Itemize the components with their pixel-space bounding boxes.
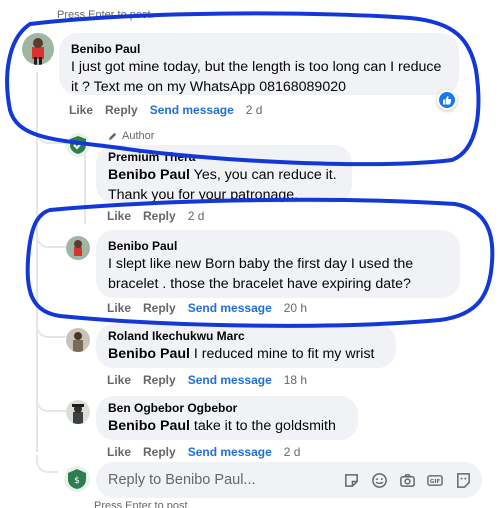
thread-line-end	[36, 455, 58, 473]
thread-line-nested	[84, 150, 86, 224]
send-message-button[interactable]: Send message	[150, 103, 234, 117]
reaction-badge[interactable]	[437, 90, 457, 110]
comment-bubble: Premium Thera Benibo Paul Yes, you can r…	[96, 145, 352, 203]
comment-text: I just got mine today, but the length is…	[71, 59, 442, 95]
press-enter-hint-bottom: Press Enter to post.	[94, 500, 191, 508]
send-message-button[interactable]: Send message	[188, 301, 272, 315]
gif-icon[interactable]: GIF	[426, 471, 444, 489]
mention-link[interactable]: Benibo Paul	[108, 346, 190, 362]
camera-icon[interactable]	[398, 471, 416, 489]
comment-text: I slept like new Born baby the first day…	[108, 256, 414, 292]
like-button[interactable]: Like	[107, 209, 131, 223]
avatar[interactable]	[66, 236, 90, 260]
comment-actions: Like Reply Send message 2 d	[107, 445, 300, 459]
reply-button[interactable]: Reply	[143, 301, 176, 315]
comment-author[interactable]: Premium Thera	[108, 149, 340, 165]
thread-branch	[36, 390, 66, 412]
send-message-button[interactable]: Send message	[188, 445, 272, 459]
comment-author[interactable]: Benibo Paul	[108, 238, 448, 254]
reply-button[interactable]: Reply	[143, 373, 176, 387]
like-reaction-icon	[439, 92, 455, 108]
like-button[interactable]: Like	[107, 445, 131, 459]
avatar[interactable]	[22, 33, 54, 65]
like-button[interactable]: Like	[107, 373, 131, 387]
timestamp[interactable]: 18 h	[284, 373, 307, 387]
comment-actions: Like Reply Send message 18 h	[107, 373, 307, 387]
comment-bubble: Roland Ikechukwu Marc Benibo Paul I redu…	[96, 324, 396, 368]
pen-icon	[108, 132, 117, 140]
mention-link[interactable]: Benibo Paul	[108, 418, 190, 434]
comment-author[interactable]: Benibo Paul	[71, 41, 447, 57]
like-button[interactable]: Like	[69, 103, 93, 117]
reply-input[interactable]	[108, 472, 342, 488]
timestamp[interactable]: 2 d	[246, 103, 263, 117]
comment-actions: Like Reply Send message 20 h	[107, 301, 307, 315]
send-message-button[interactable]: Send message	[188, 373, 272, 387]
avatar[interactable]	[66, 133, 90, 157]
svg-text:GIF: GIF	[430, 478, 441, 484]
avatar[interactable]	[66, 328, 90, 352]
like-button[interactable]: Like	[107, 301, 131, 315]
comment-text: I reduced mine to fit my wrist	[189, 346, 375, 362]
timestamp[interactable]: 2 d	[284, 445, 301, 459]
thread-branch	[36, 226, 66, 248]
current-user-avatar[interactable]: $	[64, 466, 90, 492]
comment-author[interactable]: Roland Ikechukwu Marc	[108, 328, 384, 344]
comment-bubble: Benibo Paul I slept like new Born baby t…	[96, 230, 460, 298]
reply-button[interactable]: Reply	[143, 209, 176, 223]
svg-text:$: $	[74, 476, 80, 486]
reply-button[interactable]: Reply	[105, 103, 138, 117]
author-badge-label: Author	[122, 130, 155, 142]
reply-composer: GIF	[96, 462, 482, 498]
comment-actions: Like Reply Send message 2 d	[69, 103, 262, 117]
reply-button[interactable]: Reply	[143, 445, 176, 459]
sticker-square-icon[interactable]	[454, 471, 472, 489]
comment-actions: Like Reply 2 d	[107, 209, 204, 223]
emoji-icon[interactable]	[370, 471, 388, 489]
timestamp[interactable]: 2 d	[188, 209, 205, 223]
comment-author[interactable]: Ben Ogbebor Ogbebor	[108, 400, 346, 416]
comment-bubble: Ben Ogbebor Ogbebor Benibo Paul take it …	[96, 396, 358, 440]
comment-text: take it to the goldsmith	[189, 418, 336, 434]
thread-branch	[36, 318, 66, 338]
timestamp[interactable]: 20 h	[284, 301, 307, 315]
avatar[interactable]	[66, 400, 90, 424]
thread-branch	[36, 118, 66, 144]
author-badge: Author	[107, 130, 154, 142]
press-enter-hint-top: Press Enter to post.	[57, 9, 154, 21]
mention-link[interactable]: Benibo Paul	[108, 167, 190, 183]
sticker-icon[interactable]	[342, 471, 360, 489]
comment-bubble: Benibo Paul I just got mine today, but t…	[59, 33, 459, 95]
